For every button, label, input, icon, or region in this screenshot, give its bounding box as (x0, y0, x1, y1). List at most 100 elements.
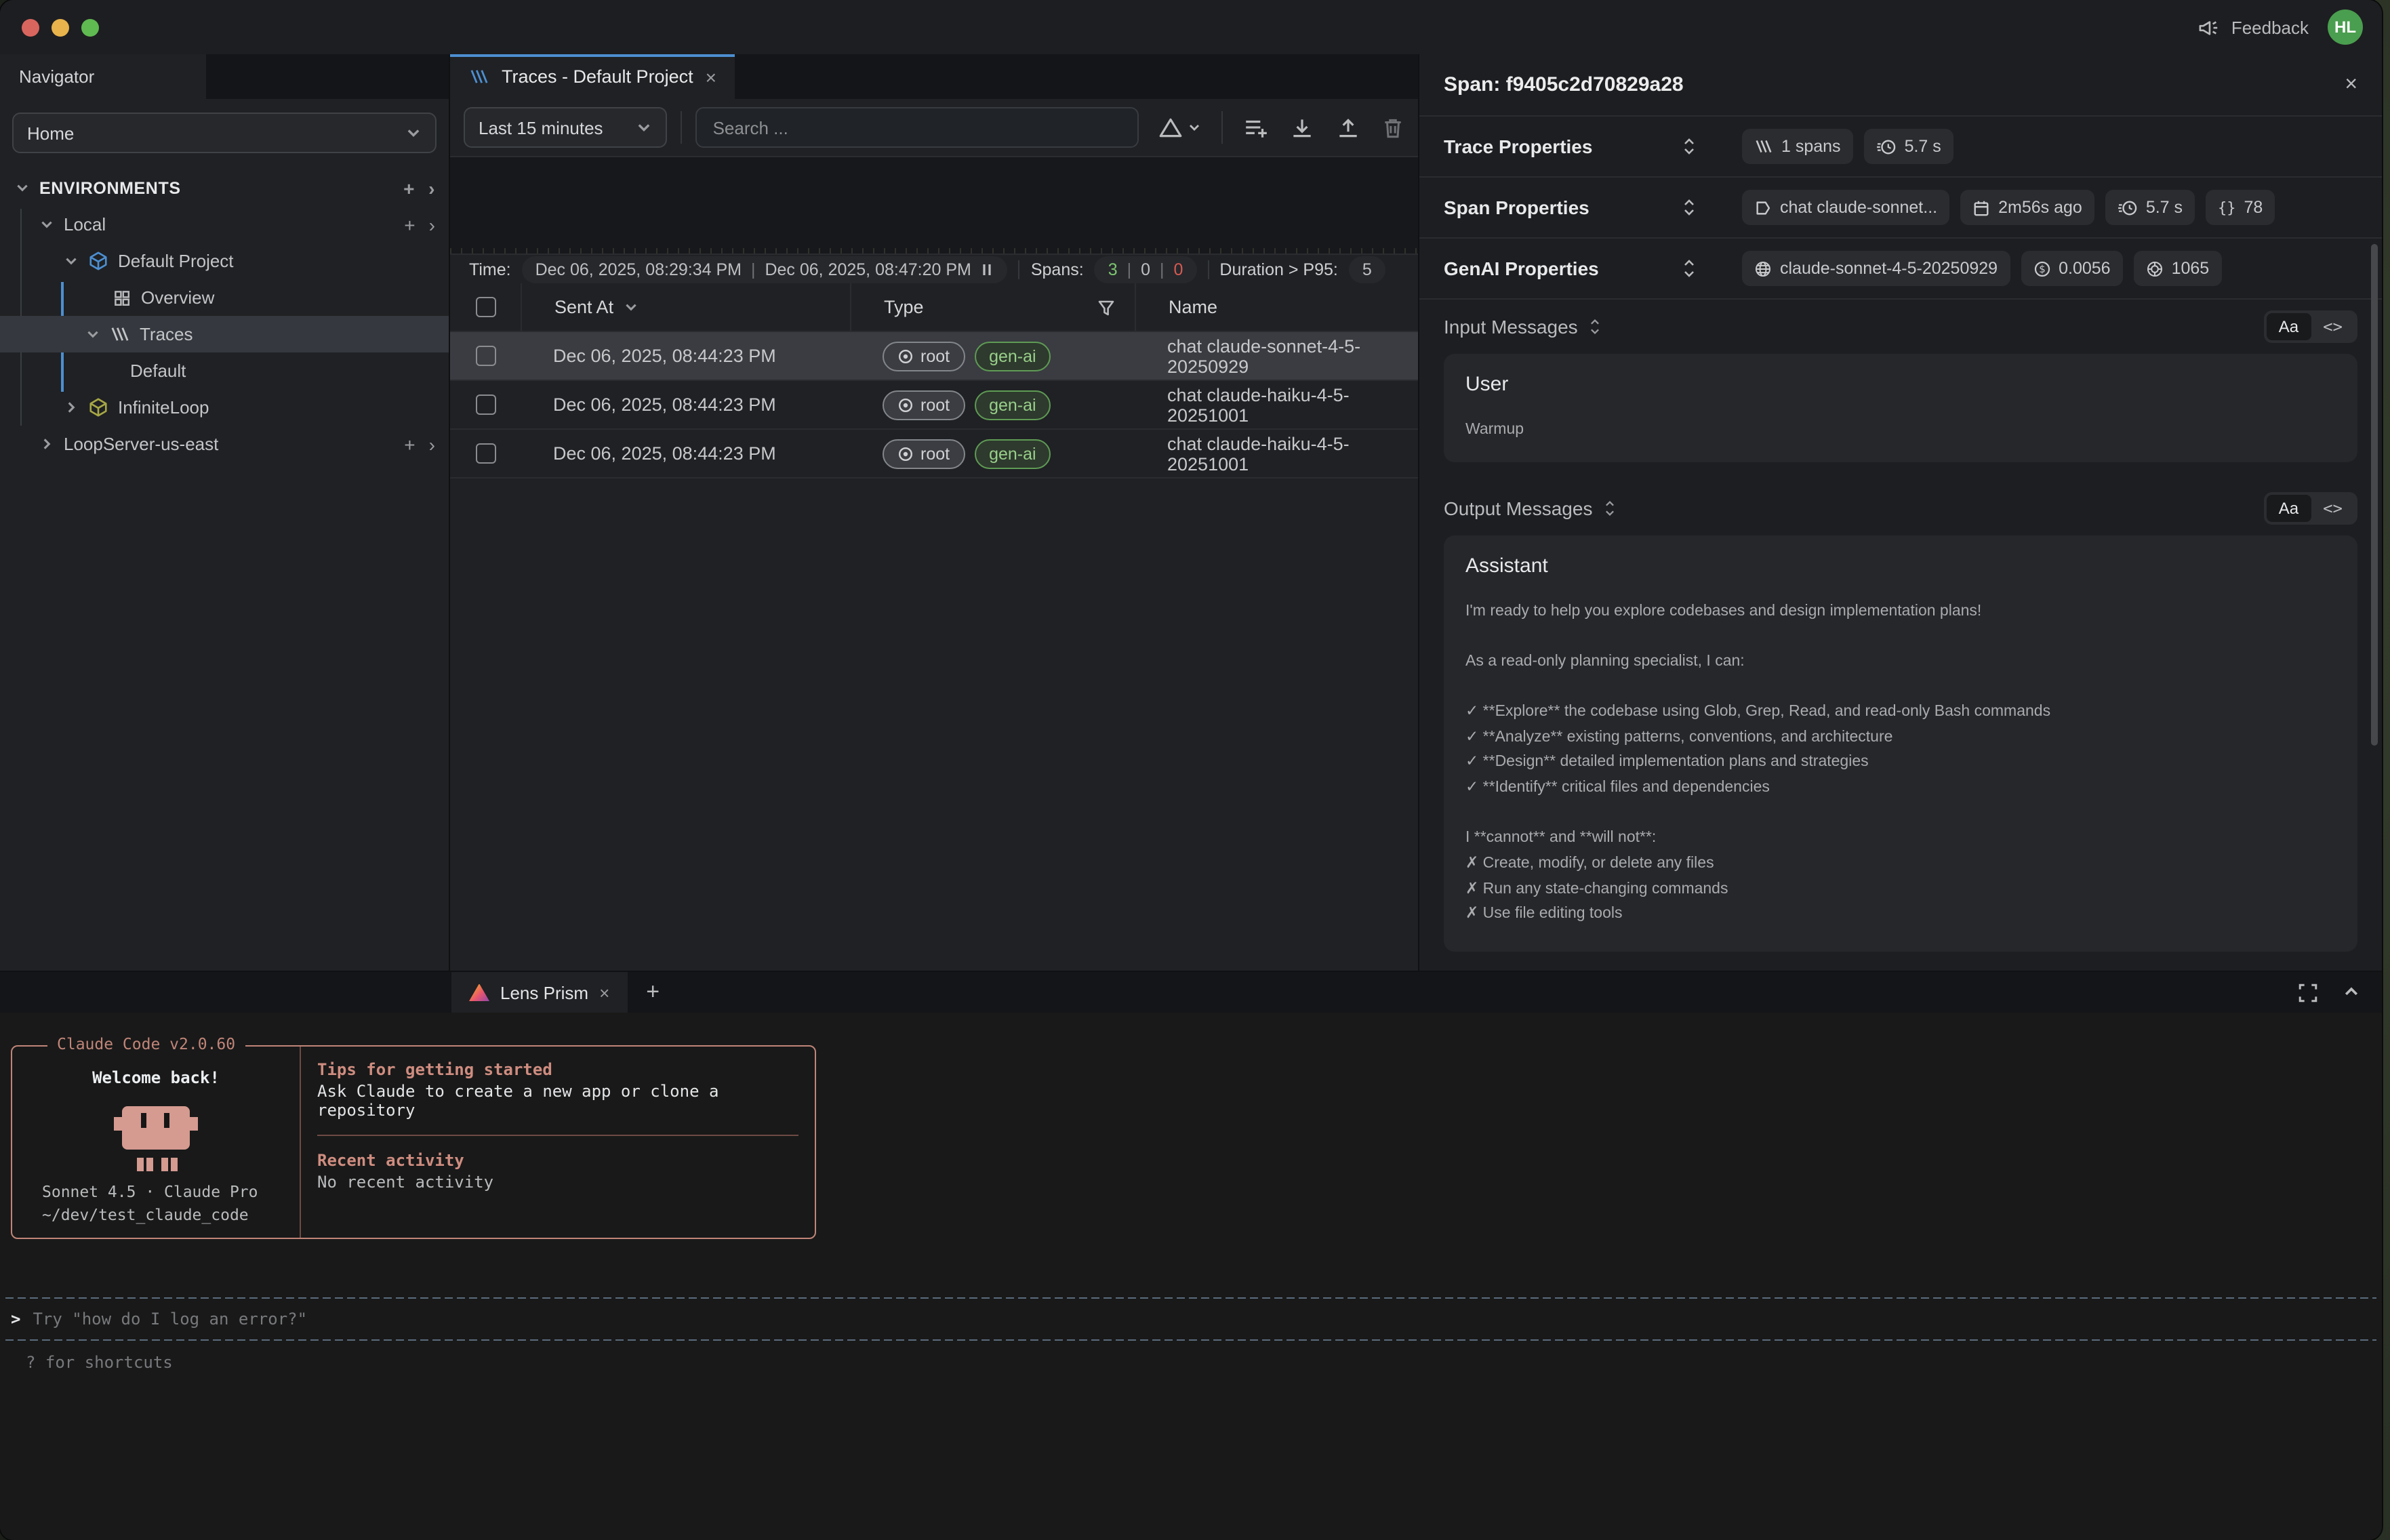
output-message-card: Assistant I'm ready to help you explore … (1444, 535, 2357, 952)
close-tab-icon[interactable]: × (599, 982, 609, 1002)
avatar[interactable]: HL (2328, 9, 2363, 45)
chevron-up-icon[interactable] (2343, 982, 2360, 1000)
text-view-toggle[interactable]: Aa (2267, 313, 2311, 340)
column-type[interactable]: Type (850, 283, 1135, 331)
row-checkbox[interactable] (475, 346, 495, 366)
tree-item-local[interactable]: Local +› (0, 206, 449, 243)
column-sent-at[interactable]: Sent At (521, 283, 850, 331)
traces-table-header: Sent At Type Name (450, 283, 1418, 332)
trace-duration-badge[interactable]: 5.7 s (1864, 129, 1953, 164)
select-all-checkbox[interactable] (475, 297, 495, 317)
tab-lens-prism[interactable]: Lens Prism × (451, 972, 627, 1013)
row-checkbox[interactable] (475, 394, 495, 415)
span-attributes-badge[interactable]: {}78 (2206, 190, 2275, 225)
time-range-select[interactable]: Last 15 minutes (464, 107, 667, 148)
tree-item-default[interactable]: Default (0, 352, 449, 389)
calendar-icon (1972, 199, 1990, 216)
genai-tag: gen-ai (974, 390, 1051, 420)
tab-traces-default-project[interactable]: Traces - Default Project × (450, 54, 735, 99)
table-row[interactable]: Dec 06, 2025, 08:44:23 PM root gen-ai ch… (450, 332, 1418, 381)
welcome-message: Welcome back! (92, 1068, 220, 1087)
navigator-panel-title: Navigator (0, 54, 206, 99)
expand-collapse-icon[interactable] (1682, 198, 1696, 217)
time-label: Time: (469, 260, 511, 279)
add-environment-button[interactable]: + (403, 177, 415, 199)
code-view-toggle[interactable]: <> (2311, 313, 2355, 340)
span-age-badge[interactable]: 2m56s ago (1960, 190, 2094, 225)
genai-model-badge[interactable]: claude-sonnet-4-5-20250929 (1742, 251, 2010, 286)
open-local-button[interactable]: › (429, 214, 435, 235)
project-cube-icon (88, 397, 108, 418)
row-checkbox[interactable] (475, 443, 495, 464)
search-input[interactable] (695, 107, 1139, 148)
trace-spans-badge[interactable]: 1 spans (1742, 129, 1853, 164)
tree-item-overview[interactable]: Overview (0, 279, 449, 316)
span-properties-row: Span Properties chat claude-sonnet... 2m… (1419, 178, 2382, 239)
close-tab-icon[interactable]: × (706, 66, 716, 87)
span-duration-badge[interactable]: 5.7 s (2105, 190, 2195, 225)
spans-error-count: 0 (1174, 260, 1183, 279)
root-tag: root (883, 341, 965, 371)
prism-icon (1158, 116, 1183, 139)
span-name-badge[interactable]: chat claude-sonnet... (1742, 190, 1949, 225)
prism-filter-button[interactable] (1158, 116, 1201, 139)
text-view-toggle[interactable]: Aa (2267, 494, 2311, 521)
upload-button[interactable] (1335, 116, 1361, 139)
sort-chevron-icon[interactable] (623, 300, 638, 315)
column-name[interactable]: Name (1135, 283, 1418, 331)
model-and-cwd: Sonnet 4.5 · Claude Pro ~/dev/test_claud… (12, 1180, 258, 1227)
terminal-tab-strip: Lens Prism × + (0, 972, 2382, 1013)
download-button[interactable] (1289, 116, 1315, 139)
tree-item-traces[interactable]: Traces (0, 316, 449, 352)
feedback-button[interactable]: Feedback (2197, 17, 2309, 37)
tree-section-environments[interactable]: ENVIRONMENTS +› (0, 169, 449, 206)
spans-label: Spans: (1031, 260, 1084, 279)
table-row[interactable]: Dec 06, 2025, 08:44:23 PM root gen-ai ch… (450, 381, 1418, 430)
expand-collapse-icon[interactable] (1682, 259, 1696, 278)
target-icon (897, 397, 914, 413)
tree-item-loopserver-us-east[interactable]: LoopServer-us-east +› (0, 426, 449, 462)
chevron-right-icon (39, 437, 54, 451)
maximize-window-button[interactable] (81, 18, 99, 36)
terminal-prompt[interactable]: > Try "how do I log an error?" ? for sho… (5, 1297, 2376, 1372)
fullscreen-icon[interactable] (2298, 982, 2318, 1002)
time-range-pill[interactable]: Dec 06, 2025, 08:29:34 PM | Dec 06, 2025… (522, 256, 1008, 283)
tree-item-infiniteloop[interactable]: InfiniteLoop (0, 389, 449, 426)
open-button[interactable]: › (429, 433, 435, 455)
row-sent-at: Dec 06, 2025, 08:44:23 PM (521, 346, 850, 366)
genai-cost-badge[interactable]: 0.0056 (2021, 251, 2122, 286)
token-coin-icon (2146, 260, 2164, 277)
row-name: chat claude-haiku-4-5-20251001 (1135, 384, 1418, 425)
open-environment-button[interactable]: › (428, 177, 435, 199)
time-summary-row: Time: Dec 06, 2025, 08:29:34 PM | Dec 06… (450, 255, 1418, 283)
code-view-toggle[interactable]: <> (2311, 494, 2355, 521)
traces-main: Traces - Default Project × Last 15 minut… (450, 54, 1418, 971)
pause-icon[interactable] (981, 261, 994, 277)
chevron-down-icon (405, 125, 422, 141)
genai-tokens-badge[interactable]: 1065 (2134, 251, 2222, 286)
tips-title: Tips for getting started (317, 1060, 798, 1079)
collapse-icon[interactable] (1603, 500, 1615, 516)
table-row[interactable]: Dec 06, 2025, 08:44:23 PM root gen-ai ch… (450, 430, 1418, 479)
add-project-button[interactable]: + (404, 214, 415, 235)
tree-item-default-project[interactable]: Default Project (0, 243, 449, 279)
collapse-icon[interactable] (1589, 319, 1601, 335)
panel-scrollbar[interactable] (2371, 244, 2378, 746)
home-select[interactable]: Home (12, 113, 437, 153)
add-to-list-button[interactable] (1243, 116, 1269, 139)
terminal-content[interactable]: Claude Code v2.0.60 Welcome back! Sonnet… (0, 1013, 2382, 1540)
add-button[interactable]: + (404, 433, 415, 455)
close-panel-icon[interactable]: × (2345, 73, 2357, 97)
tag-icon (1754, 199, 1772, 216)
recent-activity-title: Recent activity (317, 1151, 798, 1170)
lens-prism-logo-icon (469, 984, 489, 1001)
filter-funnel-icon[interactable] (1097, 298, 1116, 317)
minimize-window-button[interactable] (52, 18, 69, 36)
navigator-sidebar: Navigator Home ENVIRONMENTS +› Local +› (0, 54, 450, 971)
expand-collapse-icon[interactable] (1682, 137, 1696, 156)
new-terminal-tab-button[interactable]: + (646, 979, 660, 1006)
genai-tag: gen-ai (974, 439, 1051, 468)
close-window-button[interactable] (22, 18, 39, 36)
delete-button[interactable] (1381, 116, 1404, 139)
row-sent-at: Dec 06, 2025, 08:44:23 PM (521, 394, 850, 415)
